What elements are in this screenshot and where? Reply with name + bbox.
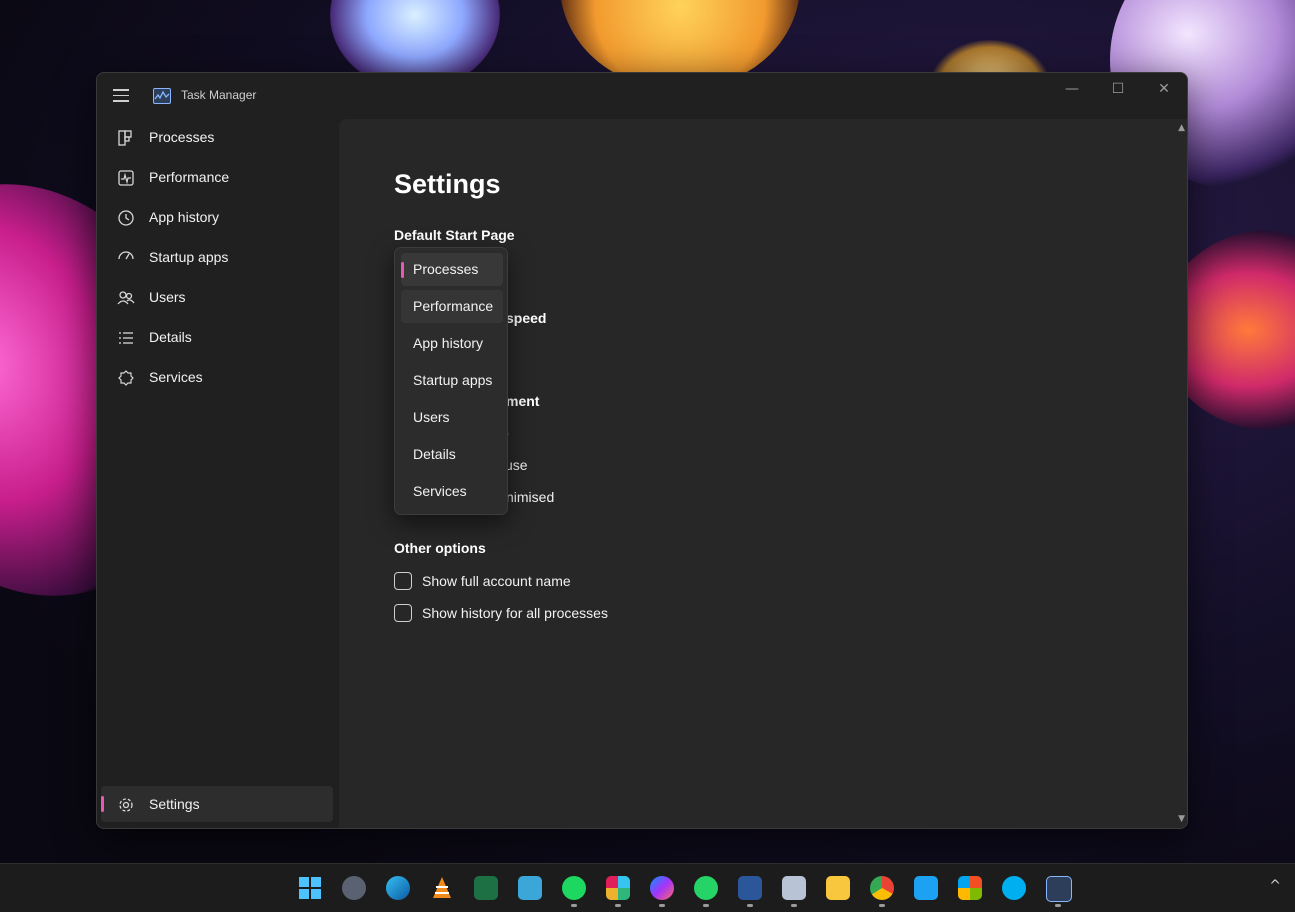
dropdown-option-startup-apps[interactable]: Startup apps: [401, 364, 503, 397]
task-manager-window: Task Manager — ☐ ✕ Processes Performance…: [96, 72, 1188, 829]
app-history-icon: [117, 209, 135, 227]
taskbar: ^: [0, 863, 1295, 912]
sidebar-item-label: App history: [149, 209, 219, 225]
azure-data-studio-icon[interactable]: [518, 876, 542, 900]
messenger-icon[interactable]: [650, 876, 674, 900]
sidebar-item-label: Settings: [149, 796, 200, 812]
task-manager-icon[interactable]: [1046, 876, 1072, 902]
other-options-heading: Other options: [394, 540, 486, 556]
word-icon[interactable]: [738, 876, 762, 900]
maximize-button[interactable]: ☐: [1095, 73, 1141, 105]
checkbox-label: Show full account name: [422, 573, 571, 589]
show-full-account-name-checkbox[interactable]: [394, 572, 412, 590]
running-indicator: [1055, 904, 1061, 907]
dropdown-option-services[interactable]: Services: [401, 475, 503, 508]
excel-icon[interactable]: [474, 876, 498, 900]
sidebar-item-performance[interactable]: Performance: [101, 159, 333, 195]
checkbox-label: use: [505, 457, 528, 473]
running-indicator: [879, 904, 885, 907]
processes-icon: [117, 129, 135, 147]
page-title: Settings: [394, 169, 501, 200]
window-title: Task Manager: [181, 88, 256, 102]
whatsapp-icon[interactable]: [694, 876, 718, 900]
task-manager-icon: [153, 88, 171, 104]
default-start-page-dropdown: Processes Performance App history Startu…: [394, 247, 508, 515]
running-indicator: [747, 904, 753, 907]
title-bar[interactable]: Task Manager — ☐ ✕: [97, 73, 1187, 119]
show-full-account-name-option[interactable]: Show full account name: [394, 572, 571, 590]
sidebar: Processes Performance App history Startu…: [97, 119, 339, 828]
show-history-all-processes-checkbox[interactable]: [394, 604, 412, 622]
microsoft-store-icon[interactable]: [958, 876, 982, 900]
dropdown-option-details[interactable]: Details: [401, 438, 503, 471]
details-icon: [117, 329, 135, 347]
dropdown-option-processes[interactable]: Processes: [401, 253, 503, 286]
sidebar-item-label: Startup apps: [149, 249, 228, 265]
sidebar-item-services[interactable]: Services: [101, 359, 333, 395]
settings-icon[interactable]: [342, 876, 366, 900]
hamburger-menu-icon[interactable]: [113, 89, 129, 103]
spotify-icon[interactable]: [562, 876, 586, 900]
sidebar-item-app-history[interactable]: App history: [101, 199, 333, 235]
sidebar-item-settings[interactable]: Settings: [101, 786, 333, 822]
sidebar-item-label: Details: [149, 329, 192, 345]
running-indicator: [571, 904, 577, 907]
windows-start-icon[interactable]: [298, 876, 322, 900]
minimize-button[interactable]: —: [1049, 73, 1095, 105]
chrome-icon[interactable]: [870, 876, 894, 900]
sidebar-item-label: Users: [149, 289, 186, 305]
sidebar-item-users[interactable]: Users: [101, 279, 333, 315]
sidebar-item-label: Services: [149, 369, 203, 385]
running-indicator: [615, 904, 621, 907]
vlc-icon[interactable]: [430, 876, 454, 900]
scroll-up-arrow-icon[interactable]: ▲: [1178, 123, 1185, 133]
performance-icon: [117, 169, 135, 187]
snipping-tool-icon[interactable]: [782, 876, 806, 900]
running-indicator: [703, 904, 709, 907]
scroll-down-arrow-icon[interactable]: ▼: [1178, 814, 1185, 824]
checkbox-label: Show history for all processes: [422, 605, 608, 621]
show-hidden-icons-chevron-icon[interactable]: ^: [1269, 878, 1281, 894]
show-history-all-processes-option[interactable]: Show history for all processes: [394, 604, 608, 622]
dropdown-option-users[interactable]: Users: [401, 401, 503, 434]
sidebar-item-details[interactable]: Details: [101, 319, 333, 355]
startup-apps-icon: [117, 249, 135, 267]
sidebar-item-startup-apps[interactable]: Startup apps: [101, 239, 333, 275]
checkbox-label: nimised: [506, 489, 554, 505]
dropdown-option-performance[interactable]: Performance: [401, 290, 503, 323]
dropdown-option-app-history[interactable]: App history: [401, 327, 503, 360]
sidebar-item-label: Performance: [149, 169, 229, 185]
running-indicator: [791, 904, 797, 907]
close-button[interactable]: ✕: [1141, 73, 1187, 105]
users-icon: [117, 289, 135, 307]
running-indicator: [659, 904, 665, 907]
file-explorer-icon[interactable]: [826, 876, 850, 900]
sidebar-item-label: Processes: [149, 129, 214, 145]
twitter-icon[interactable]: [914, 876, 938, 900]
services-icon: [117, 369, 135, 387]
gear-icon: [117, 796, 135, 814]
default-start-page-heading: Default Start Page: [394, 227, 515, 243]
sidebar-item-processes[interactable]: Processes: [101, 119, 333, 155]
real-time-update-speed-heading: speed: [506, 310, 546, 326]
slack-icon[interactable]: [606, 876, 630, 900]
window-management-heading: ment: [506, 393, 539, 409]
skype-icon[interactable]: [1002, 876, 1026, 900]
edge-icon[interactable]: [386, 876, 410, 900]
